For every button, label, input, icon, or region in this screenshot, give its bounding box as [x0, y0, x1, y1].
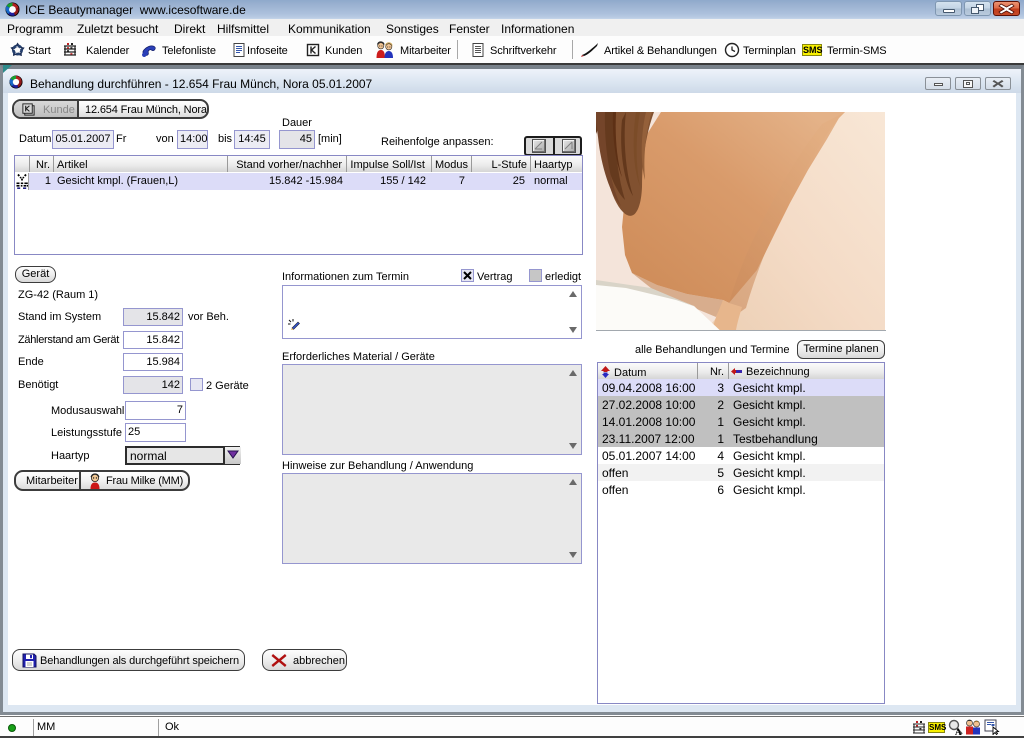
svg-text:A: A — [955, 727, 962, 736]
